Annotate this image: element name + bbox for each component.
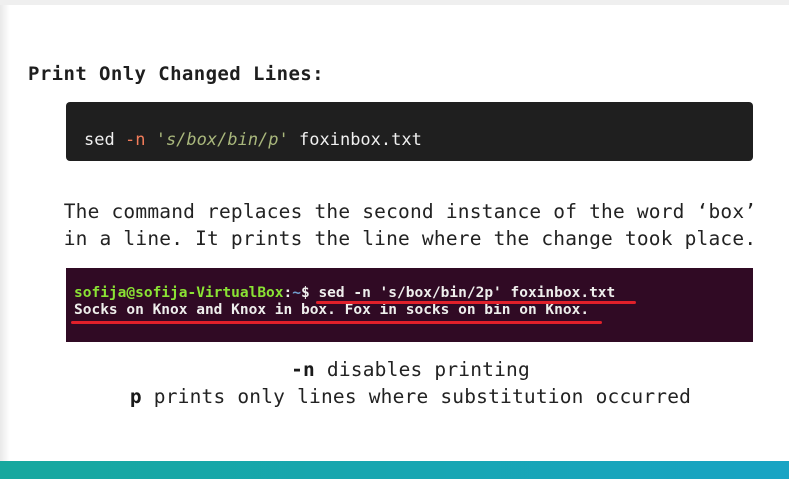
code-block: sed -n 's/box/bin/p' foxinbox.txt	[66, 102, 753, 161]
explanation-term: -n	[291, 358, 315, 381]
code-flag: -n	[124, 130, 146, 150]
description-line-1: The command replaces the second instance…	[63, 200, 757, 223]
command-underline	[316, 301, 636, 304]
explanation-text: prints only lines where substitution occ…	[141, 385, 692, 408]
explanation-n-flag: -n disables printing	[16, 358, 789, 381]
left-edge-shadow	[0, 5, 10, 461]
code-file: foxinbox.txt	[299, 130, 422, 150]
terminal-screenshot: sofija@sofija-VirtualBox:~$ sed -n 's/bo…	[66, 268, 753, 342]
terminal-command: sed -n 's/box/bin/2p' foxinbox.txt	[318, 285, 616, 301]
code-command: sed	[84, 130, 115, 150]
terminal-prompt: $	[300, 285, 319, 301]
description: The command replaces the second instance…	[30, 198, 789, 252]
section-heading: Print Only Changed Lines:	[28, 63, 324, 85]
terminal-output: Socks on Knox and Knox in box. Fox in so…	[74, 302, 590, 318]
terminal-user-host: sofija@sofija-VirtualBox	[74, 285, 284, 301]
top-strip	[0, 0, 789, 5]
explanation-text: disables printing	[314, 358, 530, 381]
code-expression: 's/box/bin/p'	[155, 130, 289, 150]
bottom-accent-bar	[0, 461, 789, 479]
explanation-term: p	[129, 385, 142, 408]
terminal-colon: :	[283, 285, 293, 301]
output-underline	[71, 321, 602, 324]
explanation-p-flag: p prints only lines where substitution o…	[16, 385, 789, 408]
terminal-path: ~	[292, 285, 301, 301]
description-line-2: in a line. It prints the line where the …	[63, 227, 757, 250]
